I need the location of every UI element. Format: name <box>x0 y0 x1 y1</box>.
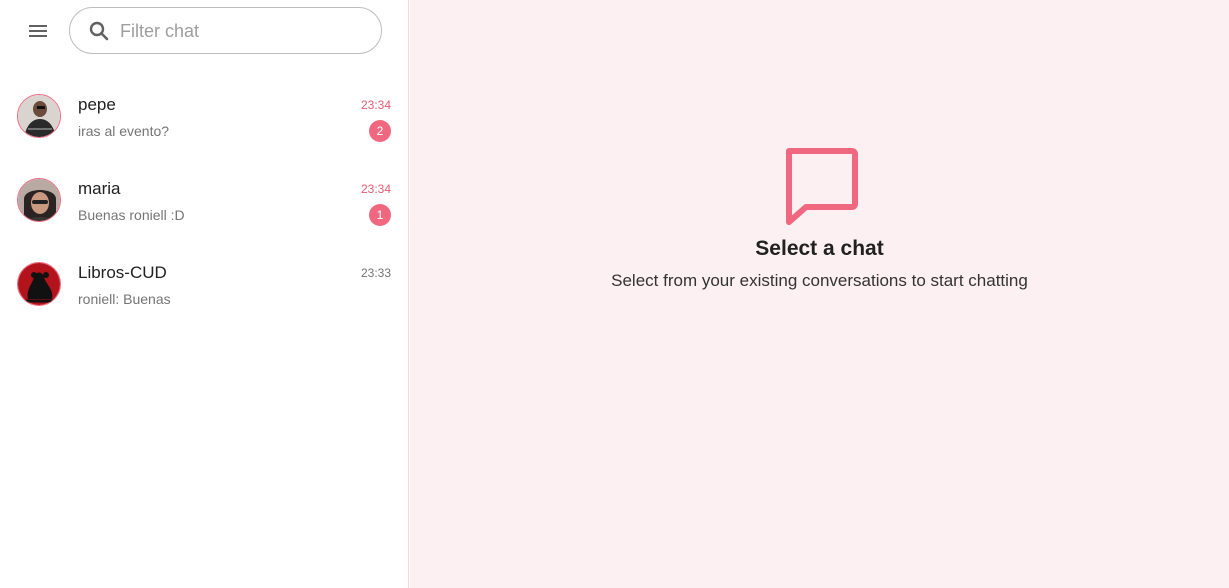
empty-state: Select a chat Select from your existing … <box>410 146 1229 291</box>
search-input[interactable] <box>120 18 360 44</box>
chat-bubble-icon <box>785 148 858 225</box>
empty-state-title: Select a chat <box>755 237 884 260</box>
hamburger-menu-icon <box>29 25 47 37</box>
avatar <box>17 94 61 138</box>
menu-button[interactable] <box>20 14 56 48</box>
unread-badge: 1 <box>369 204 391 226</box>
chat-preview: Buenas roniell :D <box>78 207 185 223</box>
unread-badge: 2 <box>369 120 391 142</box>
chat-time: 23:34 <box>360 98 391 112</box>
chat-name: maria <box>78 179 121 198</box>
sidebar: pepe iras al evento? 23:34 2 maria Buena… <box>0 0 409 588</box>
conversation-pane: Select a chat Select from your existing … <box>410 0 1229 588</box>
chat-list: pepe iras al evento? 23:34 2 maria Buena… <box>0 76 409 328</box>
chat-preview: roniell: Buenas <box>78 291 171 307</box>
empty-state-subtitle: Select from your existing conversations … <box>611 271 1028 290</box>
chat-time: 23:34 <box>360 182 391 196</box>
avatar <box>17 262 61 306</box>
sidebar-header <box>0 0 409 62</box>
chat-time: 23:33 <box>360 266 391 280</box>
chat-item-pepe[interactable]: pepe iras al evento? 23:34 2 <box>0 76 409 160</box>
chat-name: pepe <box>78 95 116 114</box>
chat-preview: iras al evento? <box>78 123 170 139</box>
avatar <box>17 178 61 222</box>
search-box[interactable] <box>69 7 382 54</box>
search-icon <box>89 21 109 41</box>
chat-name: Libros-CUD <box>78 263 167 282</box>
chat-item-libros-cud[interactable]: Libros-CUD roniell: Buenas 23:33 <box>0 244 409 328</box>
chat-item-maria[interactable]: maria Buenas roniell :D 23:34 1 <box>0 160 409 244</box>
